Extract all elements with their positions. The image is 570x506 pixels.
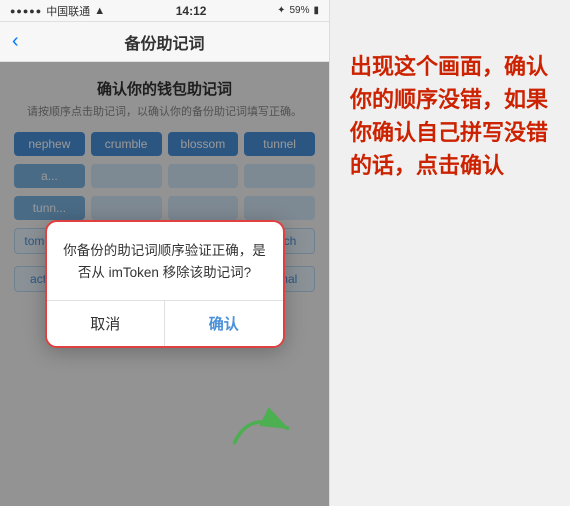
green-arrow-icon — [229, 404, 299, 454]
dialog-ok-button[interactable]: 确认 — [165, 301, 283, 346]
nav-bar: ‹ 备份助记词 — [0, 22, 329, 62]
battery-icon: ▮ — [313, 5, 319, 16]
signal-dots: ●●●●● — [10, 6, 42, 16]
dialog-overlay: 你备份的助记词顺序验证正确，是否从 imToken 移除该助记词? 取消 确认 — [0, 62, 329, 506]
status-right: ✦ 59% ▮ — [277, 5, 319, 16]
annotation-panel: 出现这个画面，确认你的顺序没错，如果你确认自己拼写没错的话，点击确认 — [330, 0, 570, 506]
bluetooth-icon: ✦ — [277, 5, 285, 16]
status-left: ●●●●● 中国联通 ▲ — [10, 3, 105, 19]
phone-screen: ●●●●● 中国联通 ▲ 14:12 ✦ 59% ▮ ‹ 备份助记词 确认你的钱… — [0, 0, 330, 506]
battery-percent: 59% — [289, 5, 309, 16]
back-button[interactable]: ‹ — [12, 30, 19, 53]
dialog-cancel-button[interactable]: 取消 — [47, 301, 166, 346]
carrier-label: 中国联通 — [46, 3, 90, 19]
dialog-box: 你备份的助记词顺序验证正确，是否从 imToken 移除该助记词? 取消 确认 — [45, 220, 285, 347]
nav-title: 备份助记词 — [124, 30, 204, 54]
dialog-buttons: 取消 确认 — [47, 300, 283, 346]
status-bar: ●●●●● 中国联通 ▲ 14:12 ✦ 59% ▮ — [0, 0, 329, 22]
time-display: 14:12 — [176, 4, 207, 18]
wifi-icon: ▲ — [94, 5, 105, 17]
annotation-text: 出现这个画面，确认你的顺序没错，如果你确认自己拼写没错的话，点击确认 — [350, 50, 556, 182]
dialog-message: 你备份的助记词顺序验证正确，是否从 imToken 移除该助记词? — [63, 240, 267, 283]
page-content: 确认你的钱包助记词 请按顺序点击助记词，以确认你的备份助记词填写正确。 neph… — [0, 62, 329, 506]
